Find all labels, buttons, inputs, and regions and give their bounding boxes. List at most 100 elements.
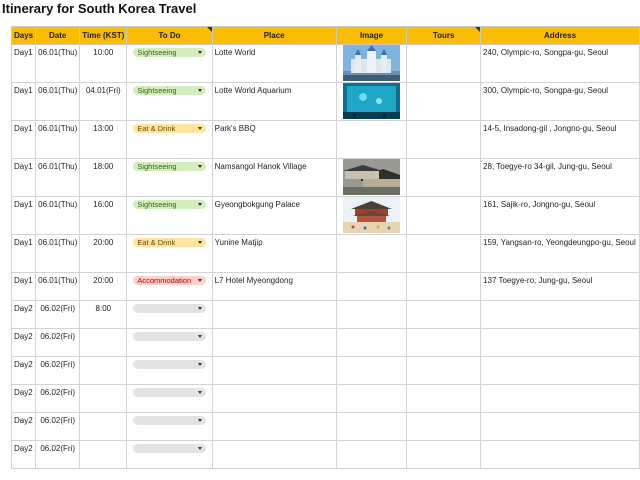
cell-place[interactable] bbox=[211, 328, 337, 357]
cell-image[interactable] bbox=[335, 356, 408, 385]
cell-address[interactable]: 14-5, Insadong-gil , Jongno-gu, Seoul bbox=[480, 120, 640, 159]
cell-date[interactable]: 06.01(Thu) bbox=[35, 158, 81, 197]
cell-image[interactable] bbox=[335, 328, 408, 357]
cell-place[interactable] bbox=[211, 300, 337, 329]
cell-todo[interactable]: Accommodation bbox=[126, 272, 213, 301]
cell-image[interactable] bbox=[335, 272, 408, 301]
todo-dropdown-chip[interactable]: Eat & Drink bbox=[133, 238, 206, 247]
cell-time[interactable] bbox=[79, 328, 128, 357]
header-image[interactable]: Image bbox=[335, 26, 408, 45]
cell-date[interactable]: 06.02(Fri) bbox=[35, 412, 81, 441]
cell-todo[interactable] bbox=[126, 384, 213, 413]
cell-address[interactable] bbox=[480, 384, 640, 413]
cell-tours[interactable] bbox=[406, 196, 482, 235]
header-time[interactable]: Time (KST) bbox=[79, 26, 128, 45]
cell-todo[interactable] bbox=[126, 412, 213, 441]
cell-image[interactable] bbox=[335, 300, 408, 329]
cell-place[interactable]: Gyeongbokgung Palace bbox=[211, 196, 337, 235]
cell-place[interactable] bbox=[211, 440, 337, 469]
cell-todo[interactable]: Sightseeing bbox=[126, 82, 213, 121]
cell-address[interactable] bbox=[480, 356, 640, 385]
cell-day[interactable]: Day2 bbox=[10, 440, 37, 469]
todo-dropdown-chip[interactable]: Eat & Drink bbox=[133, 124, 206, 133]
cell-address[interactable] bbox=[480, 440, 640, 469]
cell-time[interactable] bbox=[79, 384, 128, 413]
todo-dropdown-chip[interactable]: Sightseeing bbox=[133, 86, 206, 95]
cell-image[interactable] bbox=[335, 82, 408, 121]
cell-image[interactable] bbox=[335, 384, 408, 413]
cell-image[interactable] bbox=[335, 440, 408, 469]
cell-time[interactable]: 20:00 bbox=[79, 234, 128, 273]
cell-date[interactable]: 06.01(Thu) bbox=[35, 234, 81, 273]
cell-address[interactable]: 28, Toegye-ro 34-gil, Jung-gu, Seoul bbox=[480, 158, 640, 197]
cell-date[interactable]: 06.01(Thu) bbox=[35, 120, 81, 159]
cell-time[interactable] bbox=[79, 412, 128, 441]
cell-time[interactable]: 13:00 bbox=[79, 120, 128, 159]
todo-dropdown-chip[interactable] bbox=[133, 444, 206, 453]
cell-day[interactable]: Day1 bbox=[10, 234, 37, 273]
cell-image[interactable] bbox=[335, 412, 408, 441]
header-todo[interactable]: To Do bbox=[126, 26, 213, 45]
cell-time[interactable]: 10:00 bbox=[79, 44, 128, 83]
cell-tours[interactable] bbox=[406, 440, 482, 469]
cell-tours[interactable] bbox=[406, 120, 482, 159]
cell-todo[interactable] bbox=[126, 356, 213, 385]
cell-address[interactable]: 137 Toegye-ro, Jung-gu, Seoul bbox=[480, 272, 640, 301]
cell-date[interactable]: 06.02(Fri) bbox=[35, 356, 81, 385]
cell-place[interactable]: Park's BBQ bbox=[211, 120, 337, 159]
cell-todo[interactable] bbox=[126, 300, 213, 329]
cell-todo[interactable]: Sightseeing bbox=[126, 44, 213, 83]
todo-dropdown-chip[interactable] bbox=[133, 360, 206, 369]
cell-todo[interactable] bbox=[126, 440, 213, 469]
cell-time[interactable]: 20:00 bbox=[79, 272, 128, 301]
todo-dropdown-chip[interactable] bbox=[133, 416, 206, 425]
cell-day[interactable]: Day1 bbox=[10, 44, 37, 83]
todo-dropdown-chip[interactable] bbox=[133, 304, 206, 313]
cell-place[interactable] bbox=[211, 412, 337, 441]
cell-day[interactable]: Day2 bbox=[10, 328, 37, 357]
cell-tours[interactable] bbox=[406, 300, 482, 329]
cell-tours[interactable] bbox=[406, 328, 482, 357]
cell-day[interactable]: Day1 bbox=[10, 272, 37, 301]
cell-day[interactable]: Day1 bbox=[10, 82, 37, 121]
header-days[interactable]: Days bbox=[10, 26, 37, 45]
cell-time[interactable] bbox=[79, 440, 128, 469]
cell-address[interactable] bbox=[480, 328, 640, 357]
cell-place[interactable]: Yunine Matjip bbox=[211, 234, 337, 273]
header-address[interactable]: Address bbox=[480, 26, 640, 45]
todo-dropdown-chip[interactable]: Sightseeing bbox=[133, 162, 206, 171]
todo-dropdown-chip[interactable]: Sightseeing bbox=[133, 48, 206, 57]
cell-time[interactable] bbox=[79, 356, 128, 385]
cell-place[interactable] bbox=[211, 384, 337, 413]
cell-time[interactable]: 18:00 bbox=[79, 158, 128, 197]
header-date[interactable]: Date bbox=[35, 26, 81, 45]
cell-image[interactable] bbox=[335, 120, 408, 159]
cell-tours[interactable] bbox=[406, 234, 482, 273]
cell-image[interactable] bbox=[335, 44, 408, 83]
cell-tours[interactable] bbox=[406, 158, 482, 197]
todo-dropdown-chip[interactable] bbox=[133, 388, 206, 397]
cell-place[interactable]: Lotte World Aquarium bbox=[211, 82, 337, 121]
cell-address[interactable]: 161, Sajik-ro, Jongno-gu, Seoul bbox=[480, 196, 640, 235]
cell-day[interactable]: Day1 bbox=[10, 196, 37, 235]
cell-todo[interactable] bbox=[126, 328, 213, 357]
cell-image[interactable] bbox=[335, 196, 408, 235]
cell-day[interactable]: Day1 bbox=[10, 158, 37, 197]
cell-day[interactable]: Day2 bbox=[10, 412, 37, 441]
cell-address[interactable]: 240, Olympic-ro, Songpa-gu, Seoul bbox=[480, 44, 640, 83]
todo-dropdown-chip[interactable]: Accommodation bbox=[133, 276, 206, 285]
cell-day[interactable]: Day2 bbox=[10, 300, 37, 329]
cell-todo[interactable]: Eat & Drink bbox=[126, 234, 213, 273]
cell-day[interactable]: Day2 bbox=[10, 356, 37, 385]
cell-date[interactable]: 06.01(Thu) bbox=[35, 272, 81, 301]
todo-dropdown-chip[interactable] bbox=[133, 332, 206, 341]
cell-date[interactable]: 06.02(Fri) bbox=[35, 440, 81, 469]
cell-date[interactable]: 06.01(Thu) bbox=[35, 196, 81, 235]
cell-date[interactable]: 06.02(Fri) bbox=[35, 384, 81, 413]
cell-todo[interactable]: Sightseeing bbox=[126, 158, 213, 197]
todo-dropdown-chip[interactable]: Sightseeing bbox=[133, 200, 206, 209]
cell-date[interactable]: 06.01(Thu) bbox=[35, 44, 81, 83]
cell-day[interactable]: Day1 bbox=[10, 120, 37, 159]
cell-tours[interactable] bbox=[406, 412, 482, 441]
cell-image[interactable] bbox=[335, 158, 408, 197]
